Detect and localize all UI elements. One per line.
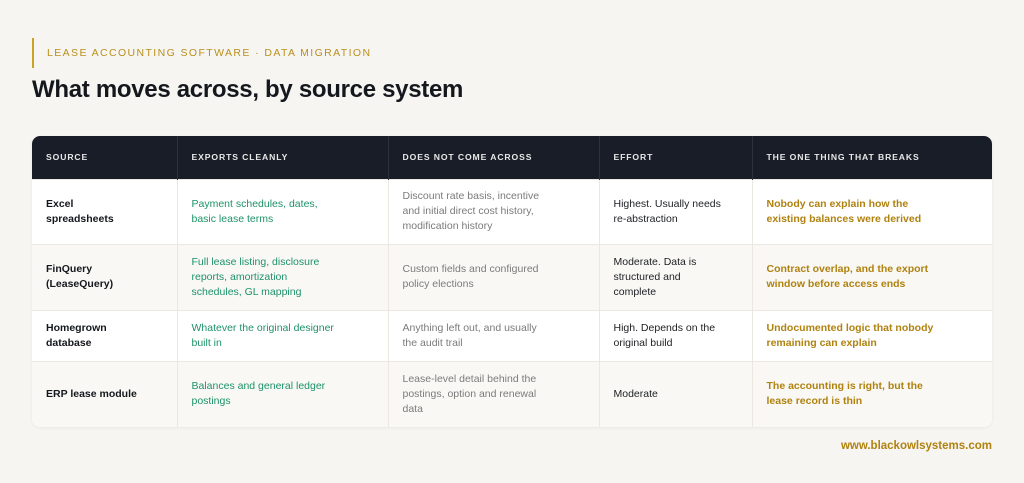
not-across-text: Discount rate basis, incentive and initi… [402,190,540,232]
source-cell: Excel spreadsheets [32,178,177,244]
effort-cell: High. Depends on the original build [598,309,752,361]
exports-text: Balances and general ledger postings [191,380,326,408]
effort-text: Highest. Usually needs re-abstraction [613,197,721,225]
breaks-cell: Contract overlap, and the export window … [751,243,992,310]
page-title: What moves across, by source system [32,76,464,103]
not-across-cell: Anything left out, and usually the audit… [387,309,599,361]
column-header-effort: EFFORT [598,136,752,179]
exports-cell: Balances and general ledger postings [176,360,388,427]
table-row: Excel spreadsheets Payment schedules, da… [32,178,992,244]
breaks-text: The accounting is right, but the lease r… [766,380,923,408]
not-across-text: Custom fields and configured policy elec… [402,263,539,290]
not-across-cell: Discount rate basis, incentive and initi… [387,178,599,244]
website-link[interactable]: www.blackowlsystems.com [841,440,992,452]
exports-text: Whatever the original designer built in [191,321,334,349]
exports-cell: Payment schedules, dates, basic lease te… [176,178,388,244]
breaks-text: Contract overlap, and the export window … [766,263,929,290]
effort-cell: Moderate [598,360,752,427]
effort-cell: Highest. Usually needs re-abstraction [598,178,752,244]
source-text: FinQuery (LeaseQuery) [46,263,114,290]
effort-text: Moderate. Data is structured and complet… [613,255,697,298]
eyebrow-label: LEASE ACCOUNTING SOFTWARE · DATA MIGRATI… [32,38,371,68]
source-text: Excel spreadsheets [46,197,114,225]
breaks-text: Undocumented logic that nobody remaining… [766,321,934,349]
not-across-text: Anything left out, and usually the audit… [402,321,537,349]
column-header-not-across: DOES NOT COME ACROSS [387,136,599,179]
table-header: SOURCE EXPORTS CLEANLY DOES NOT COME ACR… [32,136,992,179]
table-header-row: SOURCE EXPORTS CLEANLY DOES NOT COME ACR… [32,136,992,179]
source-cell: FinQuery (LeaseQuery) [32,243,177,310]
source-text: ERP lease module [46,387,137,400]
not-across-text: Lease-level detail behind the postings, … [402,372,537,415]
table-row: Homegrown database Whatever the original… [32,309,992,361]
not-across-cell: Lease-level detail behind the postings, … [387,360,599,427]
breaks-cell: The accounting is right, but the lease r… [751,360,992,427]
comparison-table: SOURCE EXPORTS CLEANLY DOES NOT COME ACR… [32,136,992,427]
table-body: Excel spreadsheets Payment schedules, da… [32,178,992,427]
effort-text: Moderate [613,387,658,400]
eyebrow-text: LEASE ACCOUNTING SOFTWARE · DATA MIGRATI… [47,47,372,59]
table-row: ERP lease module Balances and general le… [32,360,992,427]
source-text: Homegrown database [46,321,107,349]
exports-text: Full lease listing, disclosure reports, … [191,255,320,298]
effort-text: High. Depends on the original build [613,321,716,349]
column-header-source: SOURCE [46,152,89,163]
effort-cell: Moderate. Data is structured and complet… [598,243,752,310]
comparison-table-card: SOURCE EXPORTS CLEANLY DOES NOT COME ACR… [32,136,992,427]
column-header-exports: EXPORTS CLEANLY [176,136,388,179]
source-cell: Homegrown database [32,309,177,361]
source-cell: ERP lease module [32,360,177,427]
table-row: FinQuery (LeaseQuery) Full lease listing… [32,243,992,310]
breaks-cell: Nobody can explain how the existing bala… [751,178,992,244]
exports-cell: Full lease listing, disclosure reports, … [176,243,388,310]
not-across-cell: Custom fields and configured policy elec… [387,243,599,310]
exports-cell: Whatever the original designer built in [176,309,388,361]
breaks-text: Nobody can explain how the existing bala… [766,197,922,225]
breaks-cell: Undocumented logic that nobody remaining… [751,309,992,361]
column-header-breaks: THE ONE THING THAT BREAKS [751,136,992,179]
exports-text: Payment schedules, dates, basic lease te… [191,197,318,225]
